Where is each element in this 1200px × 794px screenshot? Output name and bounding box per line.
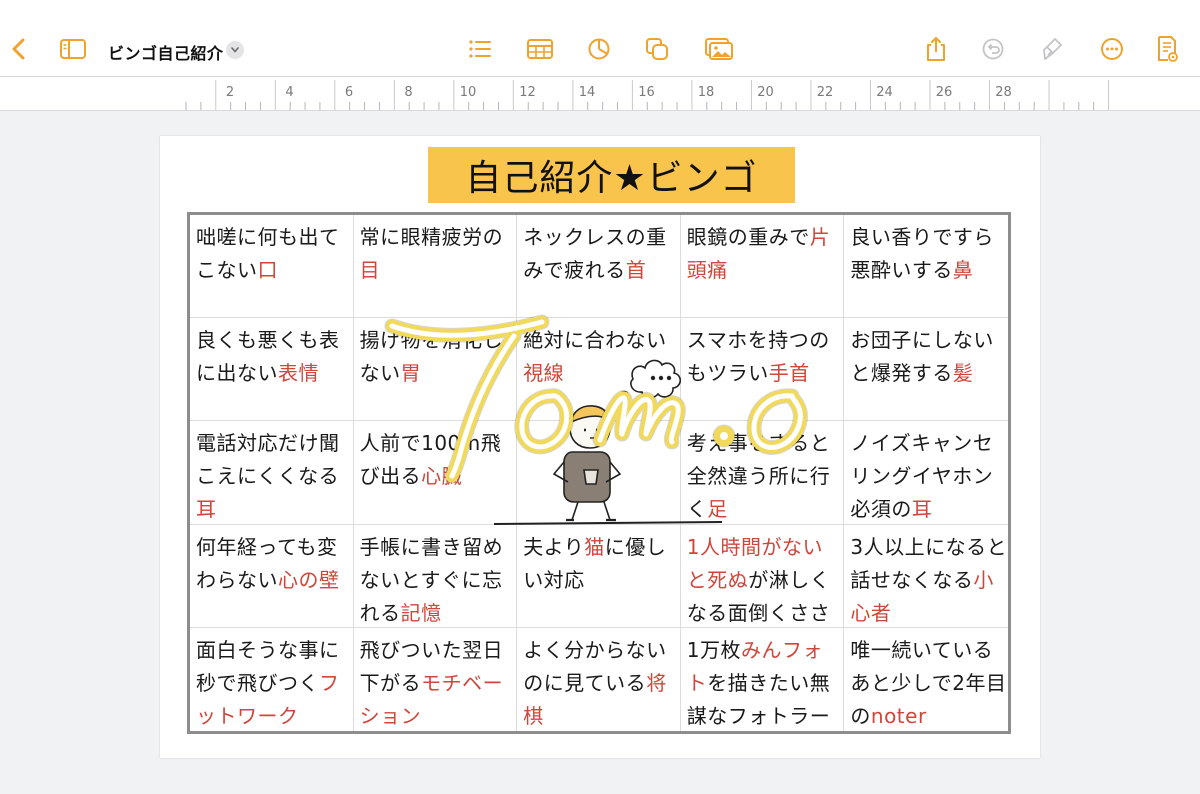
back-chevron-icon[interactable] — [4, 34, 34, 64]
bingo-text: 常に眼精疲労の — [359, 225, 504, 249]
bingo-keyword: 鼻 — [952, 258, 974, 282]
bingo-cell[interactable]: 眼鏡の重みで片頭痛 — [680, 215, 845, 319]
bingo-cell[interactable]: 常に眼精疲労の目 — [353, 215, 518, 319]
ruler-number: 10 — [459, 85, 477, 100]
ruler-number: 4 — [285, 85, 294, 100]
bingo-text: 電話対応だけ聞こえにくくなる — [196, 431, 340, 489]
ruler[interactable]: 2 4 6 8 10 12 14 16 18 20 22 24 26 28 — [0, 77, 1200, 111]
ruler-number: 14 — [578, 85, 596, 100]
chevron-down-icon[interactable] — [226, 41, 244, 59]
bingo-cell[interactable]: 何年経っても変わらない心の壁 — [190, 524, 354, 628]
document-options-icon[interactable] — [1152, 34, 1182, 64]
bingo-keyword: 手首 — [768, 361, 810, 386]
bingo-keyword: 表情 — [278, 361, 319, 386]
bingo-cell[interactable]: よく分からないのに見ている将棋 — [517, 627, 681, 731]
bingo-keyword: 胃 — [400, 361, 422, 386]
bingo-cell[interactable]: 考え事をすると全然違う所に行く足 — [680, 421, 845, 525]
ruler-number: 2 — [225, 85, 235, 100]
bingo-cell[interactable]: 電話対応だけ聞こえにくくなる耳 — [190, 421, 354, 525]
bingo-cell[interactable]: 良い香りですら悪酔いする鼻 — [844, 215, 1008, 319]
bingo-cell[interactable]: お団子にしないと爆発する髪 — [844, 318, 1008, 422]
bingo-keyword: 足 — [707, 497, 728, 522]
bingo-text: 絶対に合わない — [523, 328, 667, 353]
bingo-cell[interactable]: ネックレスの重みで疲れる首 — [517, 215, 681, 319]
bingo-keyword: 視線 — [523, 361, 565, 386]
bingo-keyword: 首 — [625, 258, 647, 282]
ruler-number: 28 — [995, 85, 1012, 100]
bingo-keyword: 猫 — [584, 534, 605, 559]
bingo-text: 夫より — [523, 534, 585, 559]
ruler-number: 22 — [816, 85, 834, 100]
document-title[interactable]: ビンゴ自己紹介 — [108, 40, 224, 64]
bingo-keyword: 目 — [359, 258, 381, 282]
bingo-cell[interactable]: 夫より猫に優しい対応 — [517, 524, 681, 628]
ruler-number: 20 — [757, 85, 774, 100]
bingo-cell[interactable]: 1人時間がないと死ぬが淋しくなる面倒くささ — [680, 524, 845, 628]
bingo-text: 面白そうな事に秒で飛びつく — [196, 637, 340, 695]
heading-box: 自己紹介★ビンゴ — [428, 147, 795, 203]
bingo-keyword: noter — [870, 703, 927, 728]
bingo-table[interactable]: 咄嗟に何も出てこない口 常に眼精疲労の目 ネックレスの重みで疲れる首 眼鏡の重みで片頭… — [187, 212, 1011, 734]
bingo-keyword: 心臓 — [421, 464, 463, 489]
ruler-number: 26 — [935, 85, 953, 100]
bingo-cell[interactable]: 絶対に合わない視線 — [517, 318, 681, 422]
ruler-number: 16 — [638, 85, 655, 100]
bingo-keyword: 髪 — [952, 361, 974, 386]
bingo-text: 揚げ物を消化しない — [359, 328, 504, 386]
table-icon[interactable] — [525, 34, 555, 64]
bingo-cell[interactable]: 咄嗟に何も出てこない口 — [190, 215, 354, 319]
bingo-keyword: 口 — [257, 258, 278, 282]
list-icon[interactable] — [465, 34, 495, 64]
bingo-cell[interactable]: ノイズキャンセリングイヤホン必須の耳 — [844, 421, 1008, 525]
bingo-cell[interactable]: 人前で100m飛び出る心臓 — [353, 421, 518, 525]
shapes-icon[interactable] — [642, 34, 672, 64]
bingo-cell[interactable]: スマホを持つのもツラい手首 — [680, 318, 845, 422]
media-icon[interactable] — [704, 34, 734, 64]
ruler-number: 12 — [519, 85, 536, 100]
more-icon[interactable] — [1097, 34, 1127, 64]
bingo-cell[interactable]: 飛びついた翌日下がるモチベーション — [354, 627, 518, 731]
bingo-keyword: 心の壁 — [278, 567, 340, 592]
undo-icon[interactable] — [978, 34, 1008, 64]
page-title: 自己紹介★ビンゴ — [465, 158, 758, 199]
ruler-number: 24 — [876, 85, 893, 100]
bingo-text: 眼鏡の重みで — [686, 225, 810, 249]
bingo-text: を描きたい無謀なフォトラー — [686, 670, 831, 728]
sidebar-icon[interactable] — [58, 34, 88, 64]
ruler-number: 8 — [404, 85, 413, 100]
ruler-number: 18 — [697, 85, 715, 100]
bingo-text: 1万枚 — [686, 637, 742, 662]
bingo-keyword: 記憶 — [400, 600, 442, 625]
bingo-cell[interactable]: 3人以上になると話せなくなる小心者 — [844, 525, 1008, 628]
document-page[interactable]: 自己紹介★ビンゴ 咄嗟に何も出てこない口 常に眼精疲労の目 ネックレスの重みで疲れる… — [160, 136, 1040, 758]
bingo-keyword: 耳 — [196, 497, 217, 522]
bingo-cell[interactable]: 面白そうな事に秒で飛びつくフットワーク — [190, 627, 354, 731]
bingo-cell[interactable] — [517, 421, 681, 525]
bingo-cell[interactable]: 1万枚みんフォトを描きたい無謀なフォトラー — [681, 627, 845, 731]
bingo-cell[interactable]: 揚げ物を消化しない胃 — [353, 318, 518, 422]
bingo-cell[interactable]: 良くも悪くも表に出ない表情 — [190, 318, 354, 422]
bingo-cell[interactable]: 手帳に書き留めないとすぐに忘れる記憶 — [353, 524, 518, 628]
toolbar: ビンゴ自己紹介 — [0, 0, 1200, 77]
share-icon[interactable] — [921, 34, 951, 64]
chart-icon[interactable] — [584, 34, 614, 64]
ruler-number: 6 — [344, 85, 354, 100]
format-brush-icon[interactable] — [1038, 34, 1068, 64]
bingo-keyword: 耳 — [911, 497, 933, 522]
bingo-cell[interactable]: 唯一続いているあと少しで2年目のnoter — [844, 628, 1008, 731]
